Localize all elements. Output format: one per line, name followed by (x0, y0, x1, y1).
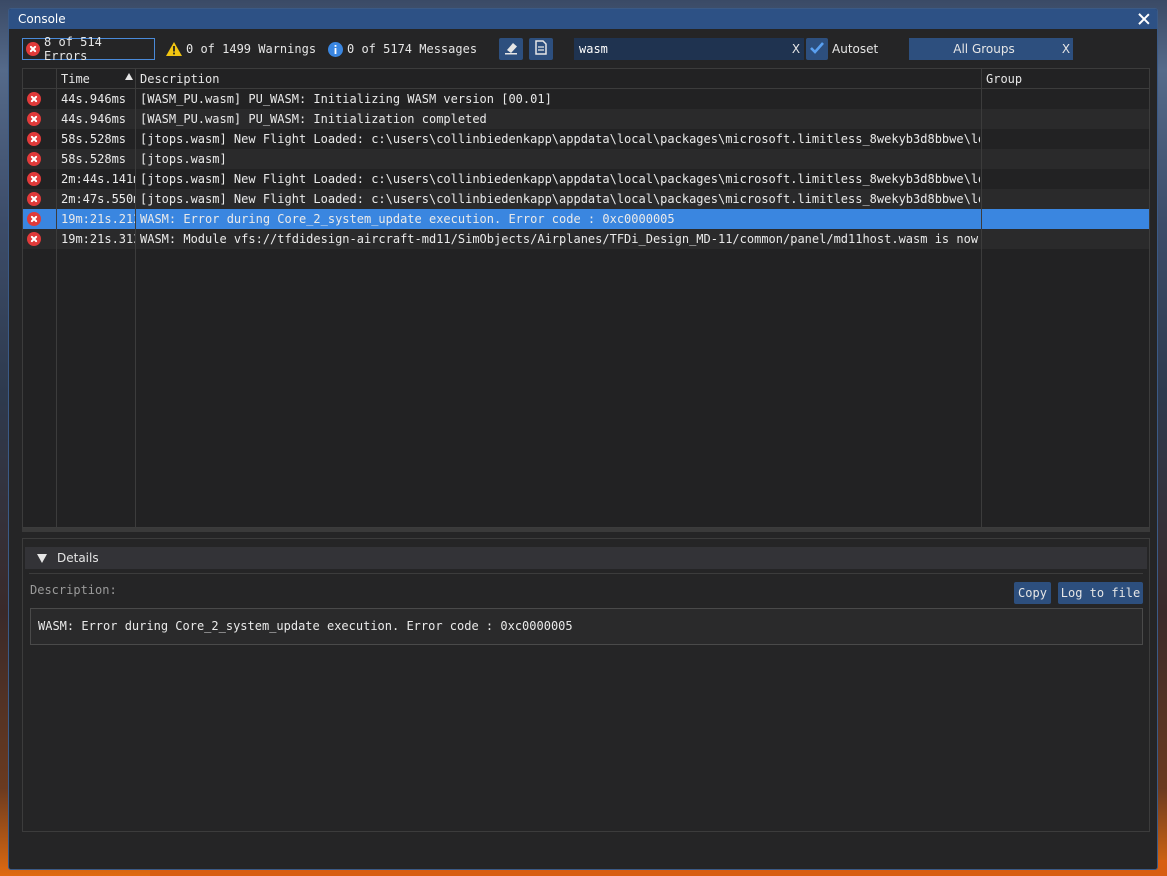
messages-filter-button[interactable]: 0 of 5174 Messages (325, 38, 480, 60)
groups-clear-button[interactable]: X (1059, 38, 1073, 60)
row-group (986, 209, 1146, 229)
row-description: [jtops.wasm] (140, 152, 227, 166)
error-icon (27, 92, 41, 106)
description-value: WASM: Error during Core_2_system_update … (30, 608, 1143, 645)
error-icon (27, 232, 41, 246)
info-icon (328, 41, 343, 57)
row-time: 19m:21s.313 (61, 232, 135, 246)
row-group (986, 109, 1146, 129)
log-to-file-button[interactable]: Log to file (1058, 582, 1143, 604)
title-bar[interactable]: Console (9, 9, 1157, 29)
row-time: 58s.528ms (61, 132, 127, 146)
sort-ascending-icon[interactable] (125, 73, 133, 80)
row-time: 44s.946ms (61, 112, 127, 126)
errors-filter-label: 8 of 514 Errors (44, 35, 102, 63)
groups-dropdown[interactable]: All Groups (909, 38, 1059, 60)
console-window: Console 8 of 514 Errors 0 of 1499 Warnin… (8, 8, 1158, 870)
column-divider[interactable] (135, 69, 136, 527)
row-group (986, 89, 1146, 109)
divider (29, 573, 1143, 574)
details-header[interactable]: Details (25, 547, 1147, 569)
row-description: [jtops.wasm] New Flight Loaded: c:\users… (140, 132, 980, 146)
row-group (986, 169, 1146, 189)
warnings-filter-label: 0 of 1499 Warnings (186, 42, 317, 56)
row-description: [jtops.wasm] New Flight Loaded: c:\users… (140, 172, 980, 186)
errors-filter-button[interactable]: 8 of 514 Errors (22, 35, 155, 63)
column-divider[interactable] (981, 69, 982, 527)
document-icon (535, 40, 547, 58)
log-table: Time Description Group 44s.946ms [WASM_PU… (22, 68, 1150, 528)
column-header-description[interactable]: Description (136, 69, 219, 89)
copy-log-button[interactable] (529, 38, 553, 60)
error-icon (27, 192, 41, 206)
details-panel: Details Description: Copy Log to file WA… (22, 538, 1150, 832)
error-icon (27, 132, 41, 146)
error-icon (27, 112, 41, 126)
eraser-icon (504, 41, 518, 58)
warnings-filter-button[interactable]: 0 of 1499 Warnings (163, 38, 319, 60)
row-description: [jtops.wasm] New Flight Loaded: c:\users… (140, 192, 980, 206)
search-clear-button[interactable]: X (788, 38, 804, 60)
row-description: [WASM_PU.wasm] PU_WASM: Initializing WAS… (140, 92, 552, 106)
pane-splitter[interactable] (22, 528, 1150, 532)
checkmark-icon (809, 41, 825, 58)
collapse-triangle-icon (37, 553, 47, 563)
autoset-checkbox[interactable] (806, 38, 828, 60)
row-time: 2m:44s.141m (61, 172, 135, 186)
details-title: Details (57, 551, 99, 565)
row-time: 19m:21s.212 (61, 212, 135, 226)
window-title: Console (18, 12, 66, 26)
autoset-label: Autoset (832, 42, 879, 56)
messages-filter-label: 0 of 5174 Messages (347, 42, 478, 56)
row-time: 2m:47s.550m (61, 192, 135, 206)
row-time: 44s.946ms (61, 92, 127, 106)
column-divider[interactable] (56, 69, 57, 527)
toolbar: 8 of 514 Errors 0 of 1499 Warnings 0 of … (22, 35, 1152, 63)
description-label: Description: (30, 583, 117, 597)
row-group (986, 149, 1146, 169)
error-icon (27, 152, 41, 166)
error-icon (26, 42, 40, 56)
error-icon (27, 172, 41, 186)
row-group (986, 129, 1146, 149)
row-description: WASM: Module vfs://tfdidesign-aircraft-m… (140, 232, 980, 246)
close-icon[interactable] (1137, 12, 1151, 26)
row-description: [WASM_PU.wasm] PU_WASM: Initialization c… (140, 112, 487, 126)
search-input[interactable] (574, 38, 788, 60)
warning-icon (166, 42, 182, 56)
copy-button[interactable]: Copy (1014, 582, 1051, 604)
clear-log-button[interactable] (499, 38, 523, 60)
row-group (986, 189, 1146, 209)
column-header-time[interactable]: Time (57, 69, 90, 89)
row-description: WASM: Error during Core_2_system_update … (140, 212, 675, 226)
row-group (986, 229, 1146, 249)
column-header-group[interactable]: Group (982, 69, 1022, 89)
error-icon (27, 212, 41, 226)
row-time: 58s.528ms (61, 152, 127, 166)
search-group: X (574, 38, 804, 60)
